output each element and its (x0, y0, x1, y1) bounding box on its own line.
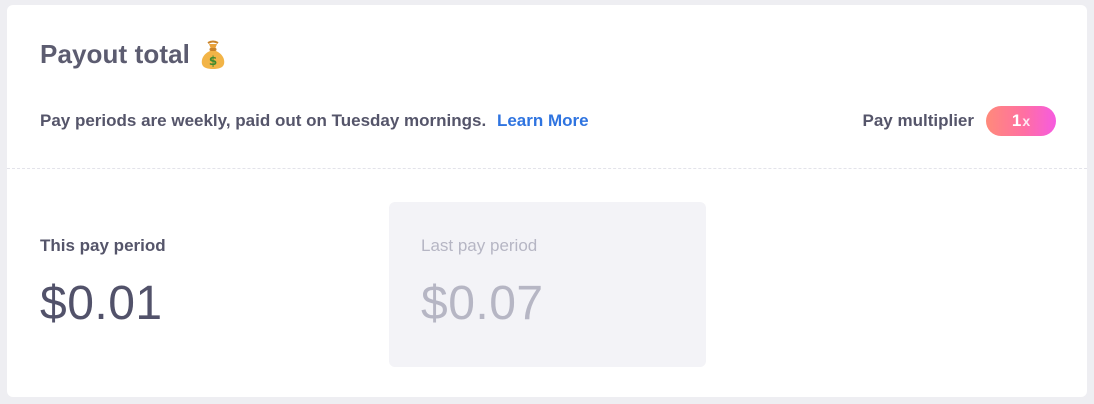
last-pay-period-label: Last pay period (421, 236, 538, 255)
page-title: Payout total (40, 39, 190, 69)
title-row: Payout total $ (40, 39, 226, 70)
payout-total-card: Payout total $ Pay periods are weekly, p… (7, 5, 1087, 397)
pay-multiplier-suffix: x (1022, 113, 1031, 129)
this-pay-period: This pay period $0.01 (40, 202, 370, 367)
svg-text:$: $ (209, 54, 217, 68)
pay-period-info-text: Pay periods are weekly, paid out on Tues… (40, 111, 487, 130)
pay-multiplier-value: 1 (1011, 111, 1022, 130)
pay-multiplier-badge[interactable]: 1 x (986, 106, 1056, 136)
this-pay-period-amount: $0.01 (40, 277, 163, 330)
this-pay-period-label: This pay period (40, 236, 166, 255)
learn-more-link[interactable]: Learn More (497, 111, 589, 130)
last-pay-period-amount: $0.07 (421, 277, 544, 330)
last-pay-period[interactable]: Last pay period $0.07 (389, 202, 706, 367)
pay-multiplier-label: Pay multiplier (862, 111, 974, 130)
card-header: Payout total $ Pay periods are weekly, p… (7, 5, 1087, 169)
pay-multiplier: Pay multiplier 1 x (863, 106, 1056, 136)
pay-period-info: Pay periods are weekly, paid out on Tues… (40, 111, 589, 131)
money-bag-icon: $ (200, 40, 226, 70)
